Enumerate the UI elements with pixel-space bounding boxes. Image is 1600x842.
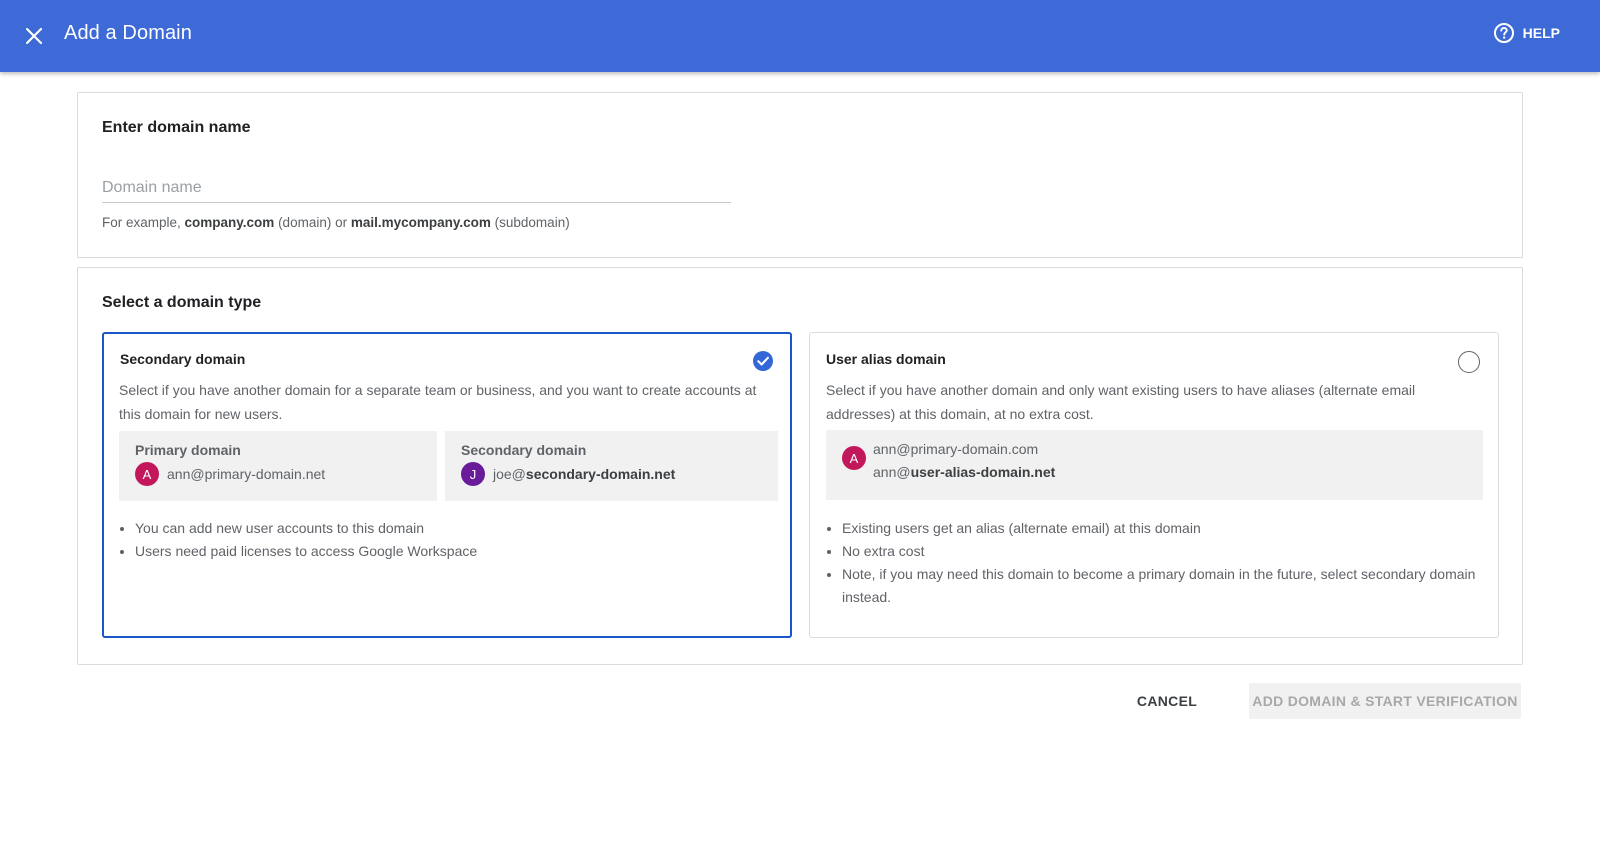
help-icon xyxy=(1493,23,1514,43)
domain-name-card: Enter domain name For example, company.c… xyxy=(77,92,1523,258)
user-alias-domain-option[interactable]: User alias domain Select if you have ano… xyxy=(809,332,1499,638)
primary-domain-label: Primary domain xyxy=(135,442,241,458)
secondary-domain-bullets: You can add new user accounts to this do… xyxy=(135,517,775,563)
list-item: You can add new user accounts to this do… xyxy=(135,517,775,540)
domain-name-title: Enter domain name xyxy=(102,119,251,136)
domain-name-hint: For example, company.com (domain) or mai… xyxy=(102,215,570,230)
list-item: Users need paid licenses to access Googl… xyxy=(135,540,775,563)
help-button[interactable]: HELP xyxy=(1493,22,1560,44)
secondary-domain-title: Secondary domain xyxy=(120,351,246,367)
secondary-email: joe@secondary-domain.net xyxy=(493,466,676,482)
close-icon xyxy=(25,27,43,45)
primary-email: ann@primary-domain.net xyxy=(167,466,326,482)
secondary-domain-description: Select if you have another domain for a … xyxy=(119,382,757,422)
list-item: No extra cost xyxy=(842,540,1482,563)
alias-domain-bullets: Existing users get an alias (alternate e… xyxy=(842,517,1482,609)
primary-email: ann@primary-domain.com xyxy=(873,441,1039,457)
primary-domain-example: Primary domain A ann@primary-domain.net xyxy=(119,431,437,501)
user-alias-domain-title: User alias domain xyxy=(826,351,946,367)
secondary-domain-example: Secondary domain J joe@secondary-domain.… xyxy=(445,431,778,501)
list-item: Existing users get an alias (alternate e… xyxy=(842,517,1482,540)
radio-unchecked-icon[interactable] xyxy=(1458,351,1480,373)
hint-subdomain-example: mail.mycompany.com xyxy=(350,215,491,230)
user-alias-domain-description: Select if you have another domain and on… xyxy=(826,382,1416,422)
domain-name-input[interactable] xyxy=(102,173,731,203)
alias-domain-example: A ann@primary-domain.com ann@user-alias-… xyxy=(826,430,1483,500)
avatar: A xyxy=(135,462,159,486)
cancel-button[interactable]: CANCEL xyxy=(1122,683,1212,719)
check-circle-icon xyxy=(753,351,773,371)
alias-email: ann@user-alias-domain.net xyxy=(873,464,1056,480)
avatar: J xyxy=(461,462,485,486)
secondary-domain-option[interactable]: Secondary domain Select if you have anot… xyxy=(102,332,792,638)
add-domain-button[interactable]: ADD DOMAIN & START VERIFICATION xyxy=(1249,683,1521,719)
page-title: Add a Domain xyxy=(64,22,192,44)
secondary-domain-label: Secondary domain xyxy=(461,442,587,458)
close-button[interactable] xyxy=(18,20,50,52)
help-label: HELP xyxy=(1522,25,1560,41)
top-app-bar: Add a Domain HELP xyxy=(0,0,1600,72)
list-item: Note, if you may need this domain to bec… xyxy=(842,563,1482,609)
hint-domain-example: company.com xyxy=(184,215,275,230)
domain-type-title: Select a domain type xyxy=(102,294,262,311)
domain-type-card: Select a domain type Secondary domain Se… xyxy=(77,267,1523,665)
avatar: A xyxy=(842,446,866,470)
